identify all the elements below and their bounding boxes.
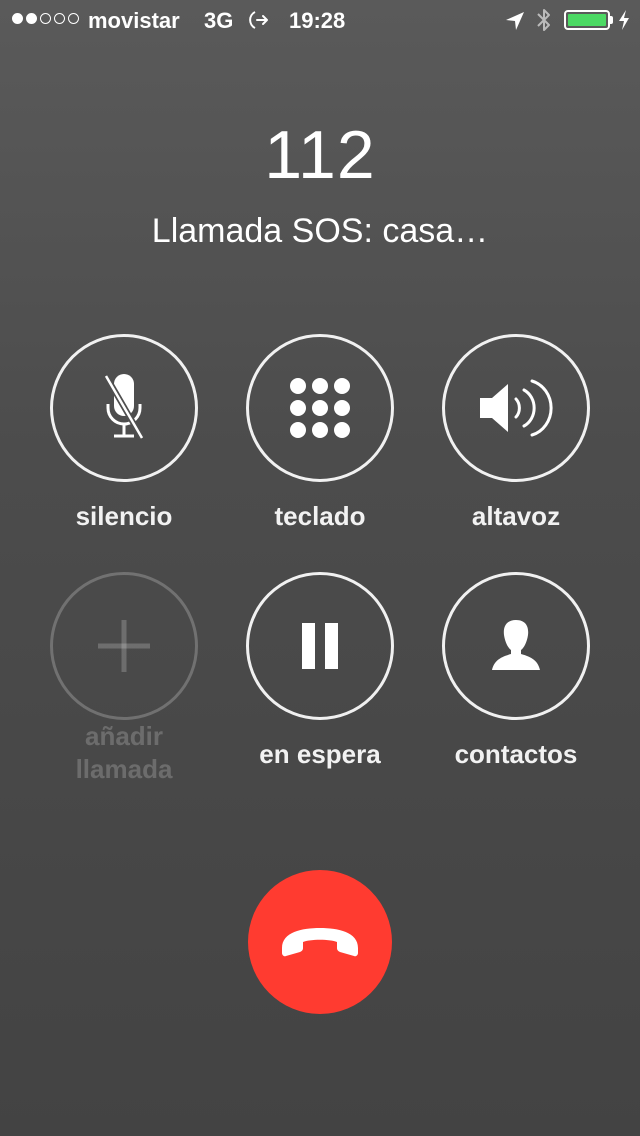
end-call-button[interactable] xyxy=(248,870,392,1014)
hang-up-icon xyxy=(282,928,358,957)
add-call-label: añadir llamada xyxy=(75,721,173,784)
pause-icon xyxy=(302,623,338,669)
status-bar: movistar 3G 19:28 xyxy=(0,0,640,40)
keypad-button[interactable]: teclado xyxy=(222,334,418,533)
hold-button[interactable]: en espera xyxy=(222,572,418,771)
signal-dot xyxy=(12,13,23,24)
mute-button[interactable]: silencio xyxy=(26,334,222,533)
charging-icon xyxy=(619,10,629,30)
signal-strength xyxy=(12,13,79,24)
contacts-button[interactable]: contactos xyxy=(418,572,614,771)
battery-level xyxy=(568,14,606,26)
status-time: 19:28 xyxy=(289,8,346,33)
hold-button-circle[interactable] xyxy=(246,572,394,720)
add-call-button[interactable]: añadir llamada xyxy=(26,572,222,786)
microphone-muted-icon xyxy=(103,374,145,440)
person-icon xyxy=(492,620,540,670)
sync-icon xyxy=(249,11,268,29)
signal-dot xyxy=(40,13,51,24)
hold-label: en espera xyxy=(259,739,381,769)
speaker-button[interactable]: altavoz xyxy=(418,334,614,533)
mute-button-circle[interactable] xyxy=(50,334,198,482)
mute-label: silencio xyxy=(75,501,173,531)
speaker-button-circle[interactable] xyxy=(442,334,590,482)
bluetooth-icon xyxy=(537,9,550,31)
contacts-label: contactos xyxy=(454,739,578,769)
keypad-button-circle[interactable] xyxy=(246,334,394,482)
carrier-name: movistar xyxy=(88,8,180,33)
call-status: Llamada SOS: casa… xyxy=(151,212,489,250)
location-icon xyxy=(506,12,524,30)
signal-dot xyxy=(54,13,65,24)
speaker-label: altavoz xyxy=(471,501,561,531)
add-call-button-circle[interactable] xyxy=(50,572,198,720)
signal-dot xyxy=(26,13,37,24)
battery-cap xyxy=(610,16,613,24)
keypad-label: teclado xyxy=(274,501,366,531)
speaker-icon xyxy=(480,379,553,437)
battery-icon xyxy=(564,10,610,30)
plus-icon xyxy=(98,620,150,672)
keypad-icon xyxy=(290,378,350,438)
call-number: 112 xyxy=(264,117,376,193)
network-type: 3G xyxy=(204,8,234,33)
signal-dot xyxy=(68,13,79,24)
contacts-button-circle[interactable] xyxy=(442,572,590,720)
